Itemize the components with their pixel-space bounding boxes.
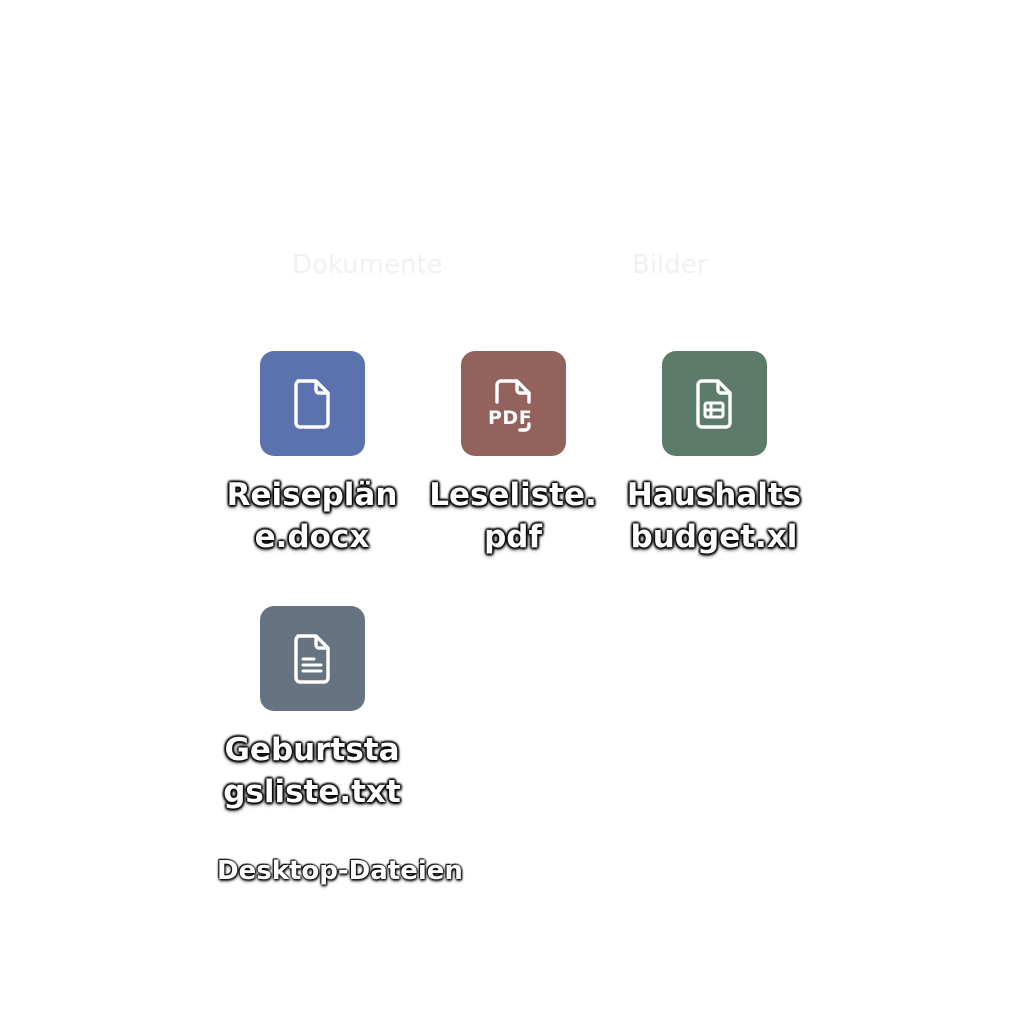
background-folder-label: Bilder bbox=[632, 250, 708, 280]
file-tile[interactable] bbox=[259, 606, 365, 711]
file-tile[interactable]: PDF bbox=[460, 351, 566, 456]
file-name: Geburtstagsliste.txt bbox=[223, 732, 401, 810]
desktop-file-geburtstagsliste[interactable]: Geburtstagsliste.txt bbox=[217, 606, 407, 813]
pdf-icon: PDF bbox=[488, 378, 532, 432]
svg-text:PDF: PDF bbox=[488, 407, 532, 429]
file-tile[interactable] bbox=[259, 351, 365, 456]
desktop: Dokumente Bilder Reisepläne.docx PDF Les… bbox=[0, 0, 1024, 1024]
file-tile[interactable] bbox=[661, 351, 767, 456]
section-label: Desktop-Dateien bbox=[217, 856, 463, 886]
desktop-file-haushaltsbudget[interactable]: Haushaltsbudget.xl bbox=[619, 351, 809, 558]
file-name: Leseliste.pdf bbox=[429, 477, 597, 555]
background-folder-label: Dokumente bbox=[292, 250, 443, 280]
file-name: Haushaltsbudget.xl bbox=[626, 477, 802, 555]
spreadsheet-icon bbox=[696, 378, 732, 429]
file-name: Reisepläne.docx bbox=[226, 477, 398, 555]
text-file-icon bbox=[294, 633, 330, 684]
desktop-file-reiseplaene[interactable]: Reisepläne.docx bbox=[217, 351, 407, 558]
desktop-file-leseliste[interactable]: PDF Leseliste.pdf bbox=[418, 351, 608, 558]
document-icon bbox=[294, 378, 330, 429]
